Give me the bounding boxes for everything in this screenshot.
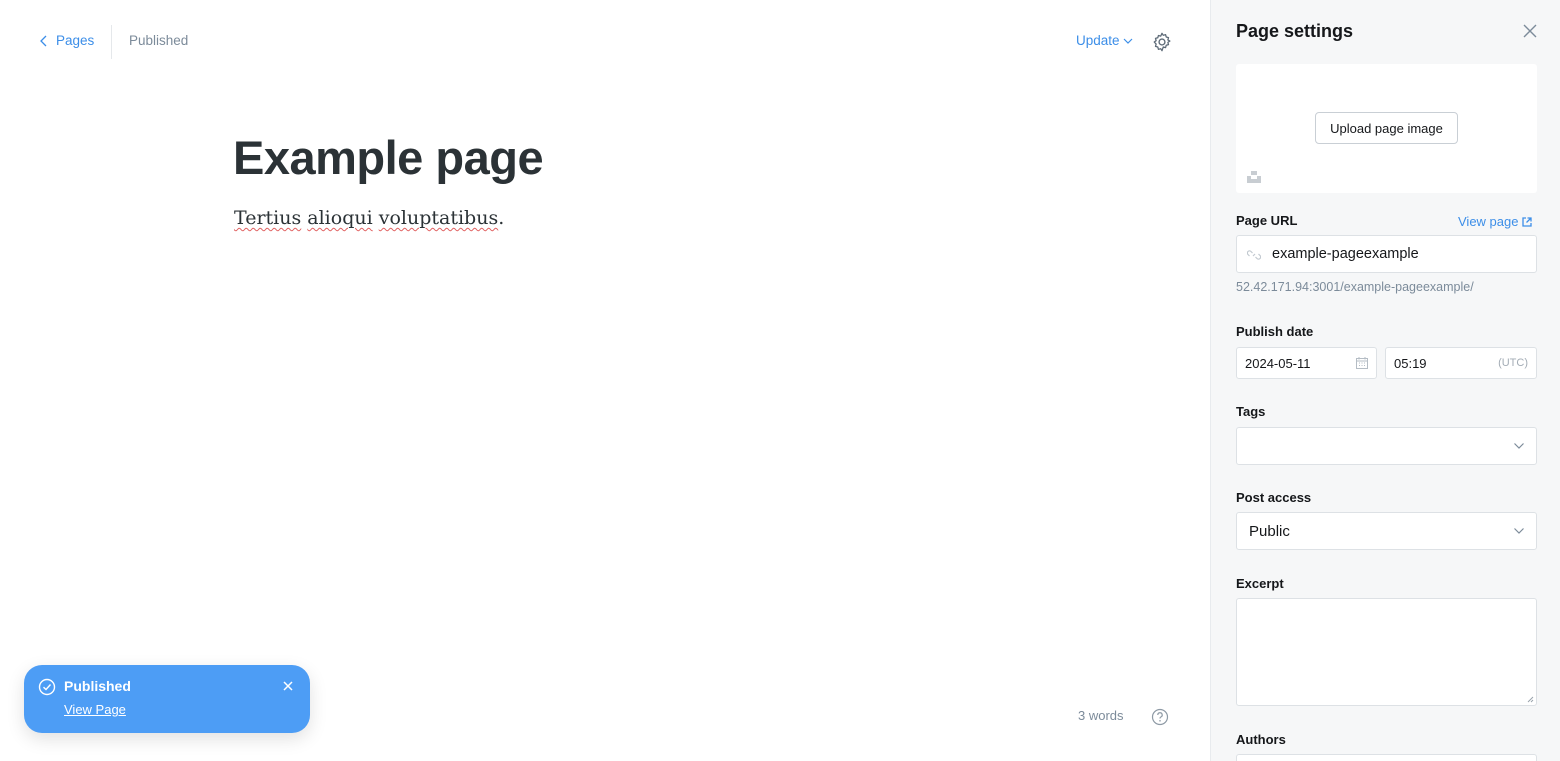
misspelled-word: Tertius (234, 207, 302, 229)
update-button[interactable]: Update (1076, 33, 1133, 48)
published-toast: Published View Page (24, 665, 310, 733)
check-circle-icon (38, 678, 56, 696)
body-punctuation: . (498, 207, 505, 229)
page-body[interactable]: Tertius alioqui voluptatibus. (234, 207, 504, 229)
chevron-down-icon (1123, 38, 1132, 44)
publish-date-value: 2024-05-11 (1245, 356, 1311, 371)
page-title[interactable]: Example page (233, 130, 544, 185)
authors-label: Authors (1236, 732, 1286, 747)
page-url-value: example-pageexample (1272, 246, 1419, 262)
post-status: Published (129, 33, 189, 48)
timezone-label: (UTC) (1498, 357, 1528, 369)
view-page-link[interactable]: View page (1458, 214, 1533, 229)
update-label: Update (1076, 33, 1120, 48)
external-link-icon (1522, 216, 1533, 227)
help-icon[interactable] (1151, 708, 1169, 726)
publish-time-value: 05:19 (1394, 356, 1427, 371)
gear-icon[interactable] (1151, 31, 1173, 53)
authors-select[interactable] (1236, 754, 1537, 761)
chevron-down-icon (1514, 528, 1524, 534)
toast-view-page-link[interactable]: View Page (64, 702, 126, 717)
unsplash-icon[interactable] (1247, 170, 1261, 184)
misspelled-word: voluptatibus (378, 207, 499, 229)
resize-handle-icon[interactable] (1526, 695, 1534, 703)
panel-title: Page settings (1236, 21, 1354, 41)
page-url-preview: 52.42.171.94:3001/example-pageexample/ (1236, 280, 1474, 294)
back-link-label: Pages (56, 33, 95, 48)
post-access-label: Post access (1236, 490, 1312, 505)
page-url-input[interactable]: example-pageexample (1236, 235, 1537, 273)
post-access-select[interactable]: Public (1236, 512, 1537, 550)
excerpt-label: Excerpt (1236, 576, 1284, 591)
divider (111, 25, 112, 59)
tags-label: Tags (1236, 404, 1266, 419)
tags-select[interactable] (1236, 427, 1537, 465)
editor-topbar: Pages Published Update (0, 0, 1210, 84)
close-icon[interactable] (1522, 23, 1538, 39)
feature-image-dropzone[interactable]: Upload page image (1236, 64, 1537, 193)
misspelled-word: alioqui (307, 207, 373, 229)
editor-area: Pages Published Update Example page Tert… (0, 0, 1210, 761)
chevron-left-icon (40, 35, 47, 46)
chevron-down-icon (1514, 443, 1524, 449)
page-url-label: Page URL (1236, 213, 1298, 228)
word-count: 3 words (1078, 708, 1124, 723)
publish-date-label: Publish date (1236, 324, 1314, 339)
toast-title: Published (64, 678, 131, 694)
publish-time-input[interactable]: 05:19 (UTC) (1385, 347, 1537, 379)
back-to-pages-link[interactable]: Pages (38, 33, 94, 48)
view-page-label: View page (1458, 214, 1519, 229)
excerpt-textarea[interactable] (1236, 598, 1537, 706)
post-access-value: Public (1249, 523, 1290, 540)
calendar-icon[interactable] (1355, 356, 1369, 370)
upload-page-image-button[interactable]: Upload page image (1315, 112, 1458, 144)
page-settings-panel: Page settings Upload page image Page URL… (1210, 0, 1560, 761)
publish-date-input[interactable]: 2024-05-11 (1236, 347, 1377, 379)
link-icon (1247, 250, 1261, 260)
close-icon[interactable] (282, 680, 294, 692)
